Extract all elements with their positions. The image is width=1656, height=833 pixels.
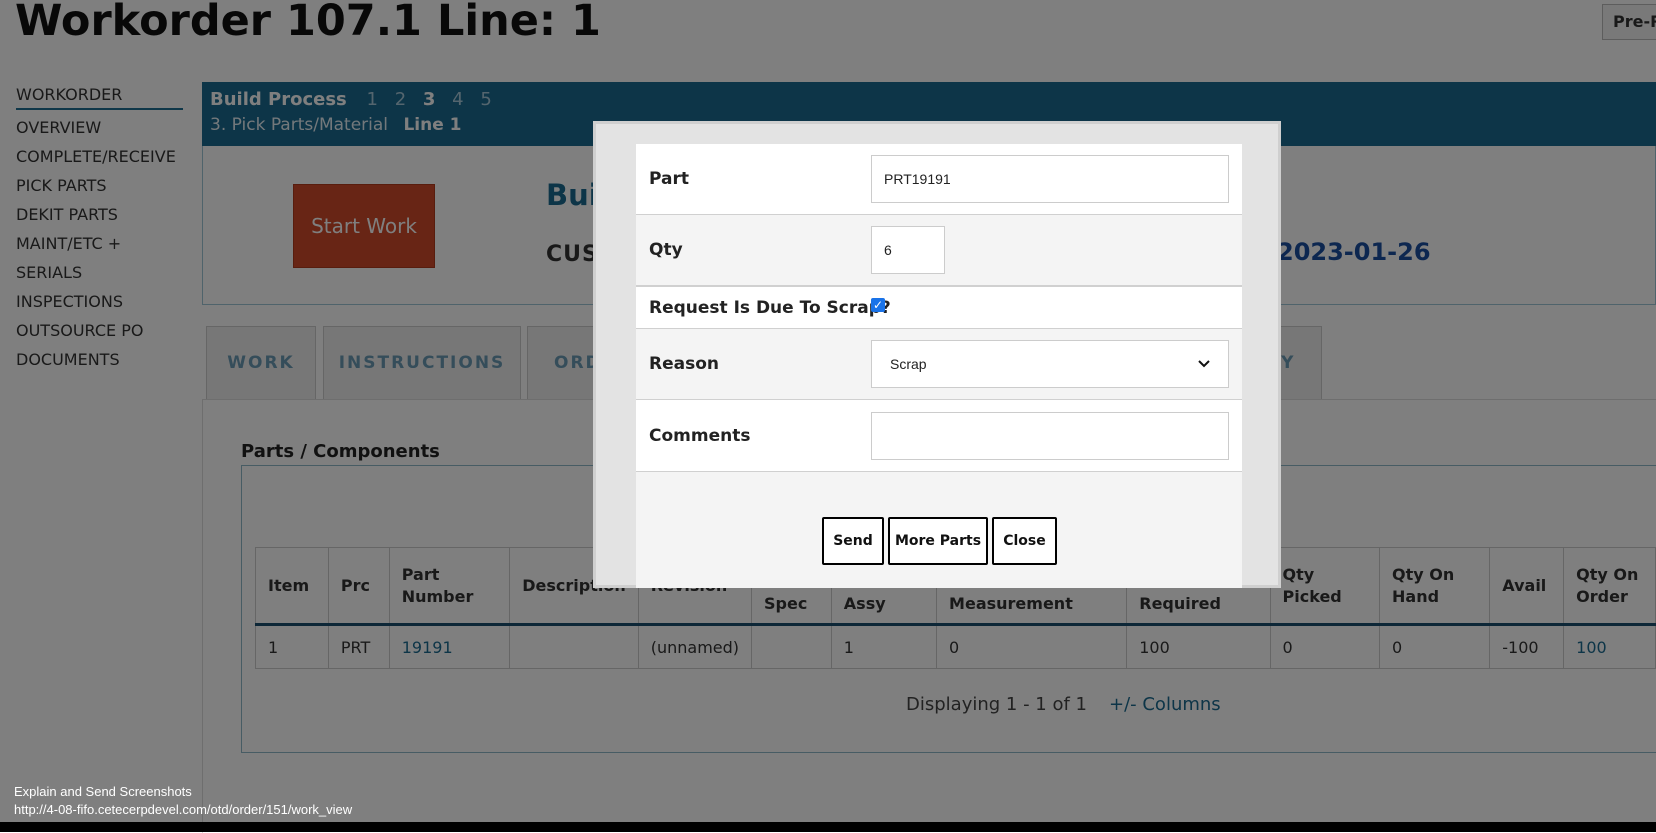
reason-selected-value: Scrap xyxy=(890,356,927,372)
status-bar: Explain and Send Screenshots http://4-08… xyxy=(0,783,394,819)
send-button[interactable]: Send xyxy=(822,517,884,565)
chevron-down-icon xyxy=(1198,360,1210,368)
status-url: http://4-08-fifo.cetecerpdevel.com/otd/o… xyxy=(14,802,353,817)
scrap-request-dialog: Part Qty Request Is Due To Scrap? ✓ Reas… xyxy=(593,121,1281,588)
part-row: Part xyxy=(636,144,1242,215)
scrap-label: Request Is Due To Scrap? xyxy=(649,298,891,318)
more-parts-button[interactable]: More Parts xyxy=(888,517,988,565)
reason-label: Reason xyxy=(649,354,719,374)
scrap-checkbox[interactable]: ✓ xyxy=(871,298,885,312)
scrap-row: Request Is Due To Scrap? ✓ xyxy=(636,286,1242,329)
bottom-strip xyxy=(0,822,1656,832)
part-label: Part xyxy=(649,169,689,189)
comments-input[interactable] xyxy=(871,412,1229,460)
comments-label: Comments xyxy=(649,426,751,446)
dialog-form: Part Qty Request Is Due To Scrap? ✓ Reas… xyxy=(636,144,1242,588)
status-line-1[interactable]: Explain and Send Screenshots xyxy=(14,783,394,801)
close-button[interactable]: Close xyxy=(992,517,1057,565)
part-input[interactable] xyxy=(871,155,1229,203)
comments-row: Comments xyxy=(636,400,1242,472)
reason-select[interactable]: Scrap xyxy=(871,340,1229,388)
reason-row: Reason Scrap xyxy=(636,329,1242,400)
qty-input[interactable] xyxy=(871,226,945,274)
qty-label: Qty xyxy=(649,240,683,260)
qty-row: Qty xyxy=(636,215,1242,286)
